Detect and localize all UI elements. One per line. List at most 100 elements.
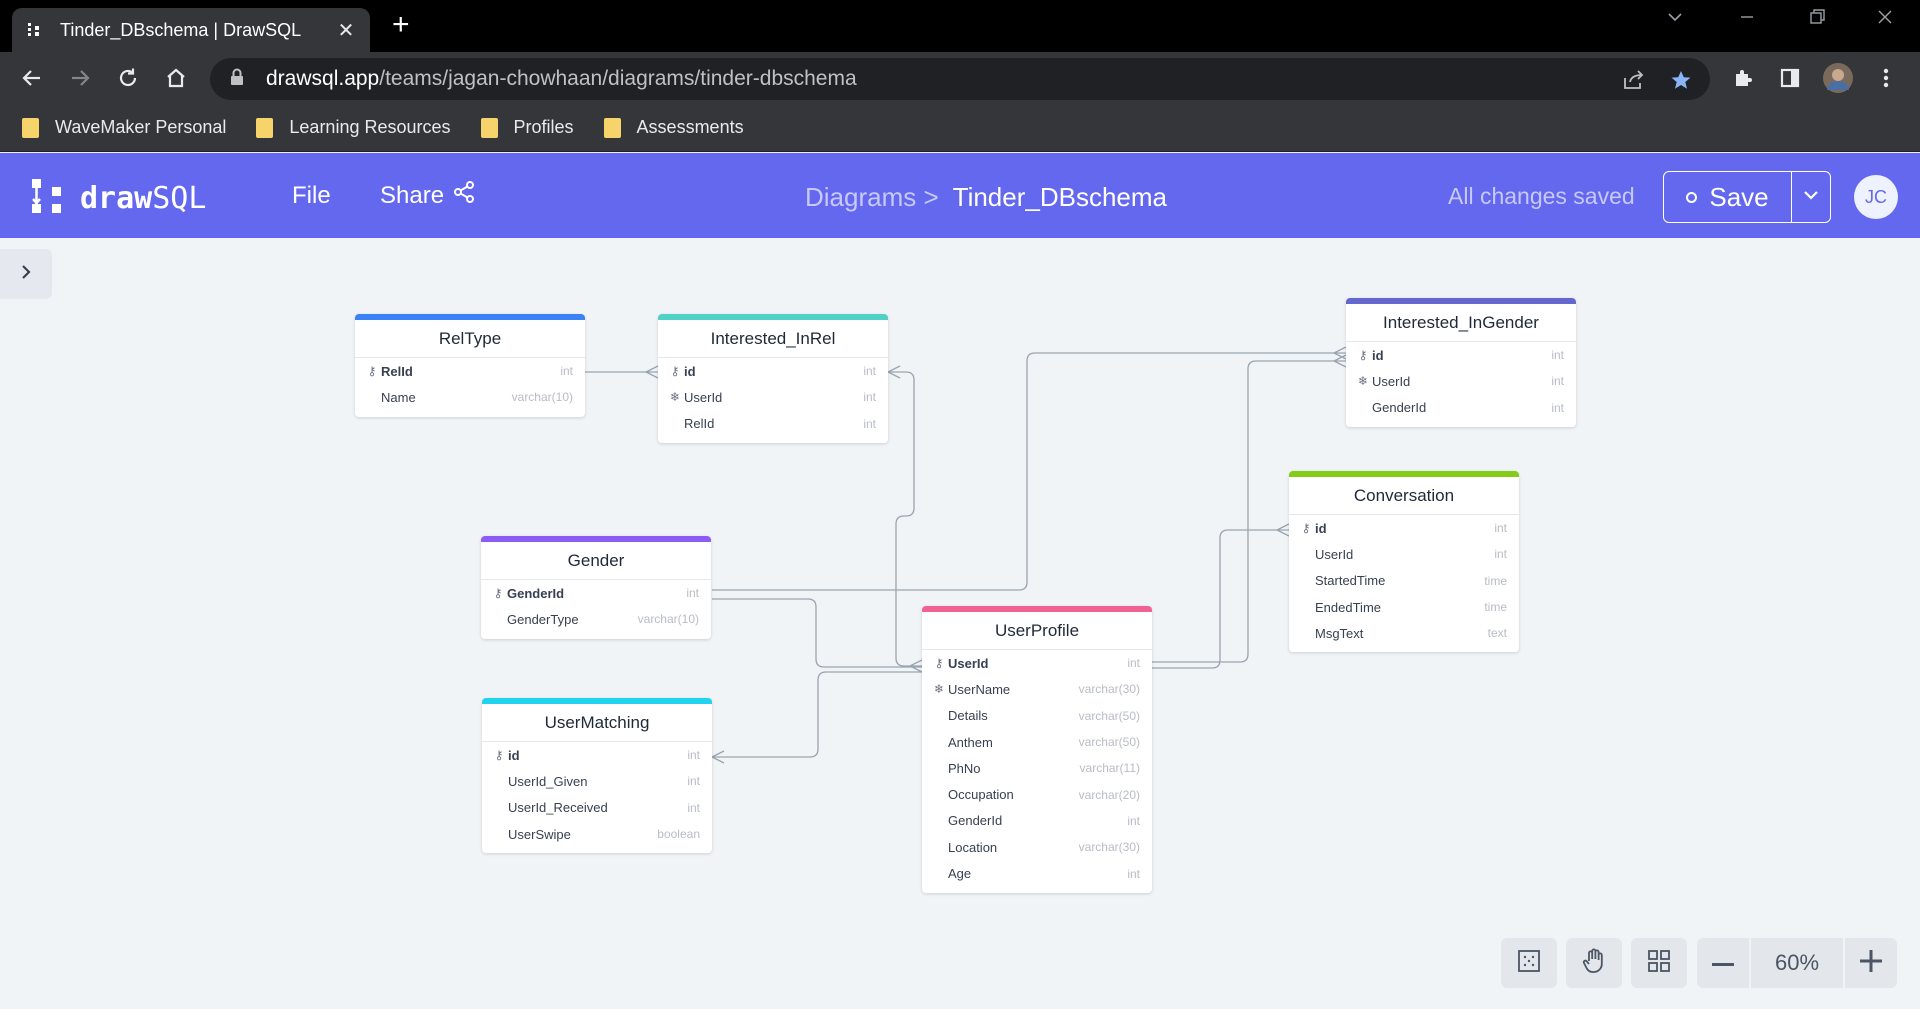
table-row[interactable]: ❄ UserName varchar(30) xyxy=(922,676,1152,702)
table-conversation[interactable]: Conversation ⚷ id int UserId int StartedTim… xyxy=(1289,471,1519,653)
table-row[interactable]: ⚷ id int xyxy=(1346,342,1576,368)
window-close-icon[interactable] xyxy=(1876,8,1894,32)
table-gender[interactable]: Gender ⚷ GenderId int GenderType varchar(10… xyxy=(481,536,711,639)
side-panel-icon[interactable] xyxy=(1774,62,1806,94)
relation-line xyxy=(887,365,923,673)
table-row[interactable]: UserId_Given int xyxy=(482,768,712,794)
table-interested-ingender[interactable]: Interested_InGender ⚷ id int ❄ UserId int Ge… xyxy=(1346,298,1576,427)
zoom-in-button[interactable] xyxy=(1845,938,1897,988)
close-tab-icon[interactable]: ✕ xyxy=(336,18,356,43)
table-title[interactable]: Conversation xyxy=(1289,477,1519,515)
table-row[interactable]: GenderType varchar(10) xyxy=(481,606,711,632)
table-title[interactable]: Interested_InGender xyxy=(1346,304,1576,342)
new-tab-icon[interactable]: + xyxy=(392,10,410,40)
save-status: All changes saved xyxy=(1448,183,1635,209)
folder-icon xyxy=(22,117,39,138)
table-row[interactable]: ⚷ RelId int xyxy=(355,358,585,384)
browser-tab[interactable]: Tinder_DBschema | DrawSQL ✕ xyxy=(12,8,370,52)
bookmark-item[interactable]: Profiles xyxy=(480,117,574,138)
bookmark-star-icon[interactable] xyxy=(1670,70,1692,95)
table-row[interactable]: ❄ UserId int xyxy=(1346,368,1576,394)
diagram-canvas[interactable]: RelType ⚷ RelId int Name varchar(10) Intere… xyxy=(0,238,1920,1009)
user-avatar[interactable]: JC xyxy=(1854,175,1898,219)
save-button[interactable]: Save xyxy=(1664,172,1792,222)
save-label: Save xyxy=(1709,181,1769,212)
table-row[interactable]: Age int xyxy=(922,860,1152,886)
table-row[interactable]: Details varchar(50) xyxy=(922,703,1152,729)
column-name: UserId_Received xyxy=(508,800,608,816)
reload-icon[interactable] xyxy=(112,62,144,94)
fit-to-screen-button[interactable] xyxy=(1501,938,1557,988)
forward-icon[interactable] xyxy=(64,62,96,94)
table-row[interactable]: ⚷ id int xyxy=(658,358,888,384)
extensions-icon[interactable] xyxy=(1727,62,1759,94)
column-name: GenderId xyxy=(948,813,1003,829)
tab-search-icon[interactable] xyxy=(1666,8,1684,32)
table-usermatching[interactable]: UserMatching ⚷ id int UserId_Given int User… xyxy=(482,698,712,854)
table-userprofile[interactable]: UserProfile ⚷ UserId int ❄ UserName varchar(… xyxy=(922,606,1152,893)
table-row[interactable]: StartedTime time xyxy=(1289,568,1519,594)
home-icon[interactable] xyxy=(160,62,192,94)
column-type: varchar(30) xyxy=(1078,682,1140,697)
table-row[interactable]: Occupation varchar(20) xyxy=(922,781,1152,807)
share-page-icon[interactable] xyxy=(1623,70,1645,95)
folder-icon xyxy=(256,117,274,138)
table-title[interactable]: UserProfile xyxy=(922,612,1152,650)
table-row[interactable]: PhNo varchar(11) xyxy=(922,755,1152,781)
table-row[interactable]: Anthem varchar(50) xyxy=(922,729,1152,755)
table-row[interactable]: GenderId int xyxy=(1346,395,1576,421)
diagram-title[interactable]: Tinder_DBschema xyxy=(953,182,1167,213)
zoom-level[interactable]: 60% xyxy=(1749,938,1845,988)
table-row[interactable]: EndedTime time xyxy=(1289,594,1519,620)
share-button[interactable]: Share xyxy=(380,180,476,211)
column-name: StartedTime xyxy=(1315,573,1386,589)
table-row[interactable]: UserId_Received int xyxy=(482,795,712,821)
relation-line xyxy=(712,598,922,668)
address-bar[interactable]: drawsql.app/teams/jagan-chowhaan/diagram… xyxy=(210,58,1710,100)
table-row[interactable]: ❄ UserId int xyxy=(658,384,888,410)
table-row[interactable]: Location varchar(30) xyxy=(922,834,1152,860)
table-row[interactable]: MsgText text xyxy=(1289,620,1519,646)
table-title[interactable]: RelType xyxy=(355,320,585,358)
restore-icon[interactable] xyxy=(1808,8,1826,32)
column-type: int xyxy=(1127,813,1140,828)
breadcrumb-diagrams-link[interactable]: Diagrams > xyxy=(805,182,939,213)
table-title[interactable]: Gender xyxy=(481,542,711,580)
zoom-out-button[interactable] xyxy=(1697,938,1749,988)
table-row[interactable]: UserId int xyxy=(1289,541,1519,567)
pan-tool-button[interactable] xyxy=(1566,938,1622,988)
grid-view-button[interactable] xyxy=(1631,938,1687,988)
key-icon: ⚷ xyxy=(934,656,944,671)
table-reltype[interactable]: RelType ⚷ RelId int Name varchar(10) xyxy=(355,314,585,417)
column-type: int xyxy=(1494,547,1507,562)
column-type: int xyxy=(1551,374,1564,389)
table-row[interactable]: Name varchar(10) xyxy=(355,384,585,410)
table-row[interactable]: RelId int xyxy=(658,411,888,437)
table-row[interactable]: ⚷ UserId int xyxy=(922,650,1152,676)
column-name: GenderType xyxy=(507,611,579,627)
table-title[interactable]: Interested_InRel xyxy=(658,320,888,358)
minimize-icon[interactable] xyxy=(1738,8,1756,32)
column-type: int xyxy=(863,390,876,405)
table-row[interactable]: GenderId int xyxy=(922,808,1152,834)
save-options-dropdown[interactable] xyxy=(1792,172,1830,222)
drawsql-favicon-icon xyxy=(26,21,44,39)
table-row[interactable]: UserSwipe boolean xyxy=(482,821,712,847)
menu-kebab-icon[interactable] xyxy=(1870,62,1902,94)
bookmark-label: Profiles xyxy=(513,117,574,137)
table-interested-inrel[interactable]: Interested_InRel ⚷ id int ❄ UserId int RelId… xyxy=(658,314,888,443)
file-menu-button[interactable]: File xyxy=(292,182,331,210)
table-title[interactable]: UserMatching xyxy=(482,704,712,742)
drawsql-logo[interactable]: drawSQL xyxy=(30,177,206,220)
table-row[interactable]: ⚷ id int xyxy=(1289,515,1519,541)
bookmark-item[interactable]: WaveMaker Personal xyxy=(22,117,226,138)
column-type: int xyxy=(687,774,700,789)
table-row[interactable]: ⚷ GenderId int xyxy=(481,580,711,606)
profile-avatar-icon[interactable] xyxy=(1822,62,1854,94)
lock-icon[interactable] xyxy=(230,68,252,91)
back-icon[interactable] xyxy=(16,62,48,94)
bookmark-item[interactable]: Learning Resources xyxy=(256,117,451,138)
table-row[interactable]: ⚷ id int xyxy=(482,742,712,768)
bookmark-item[interactable]: Assessments xyxy=(603,117,744,138)
grid-icon xyxy=(1647,949,1671,978)
